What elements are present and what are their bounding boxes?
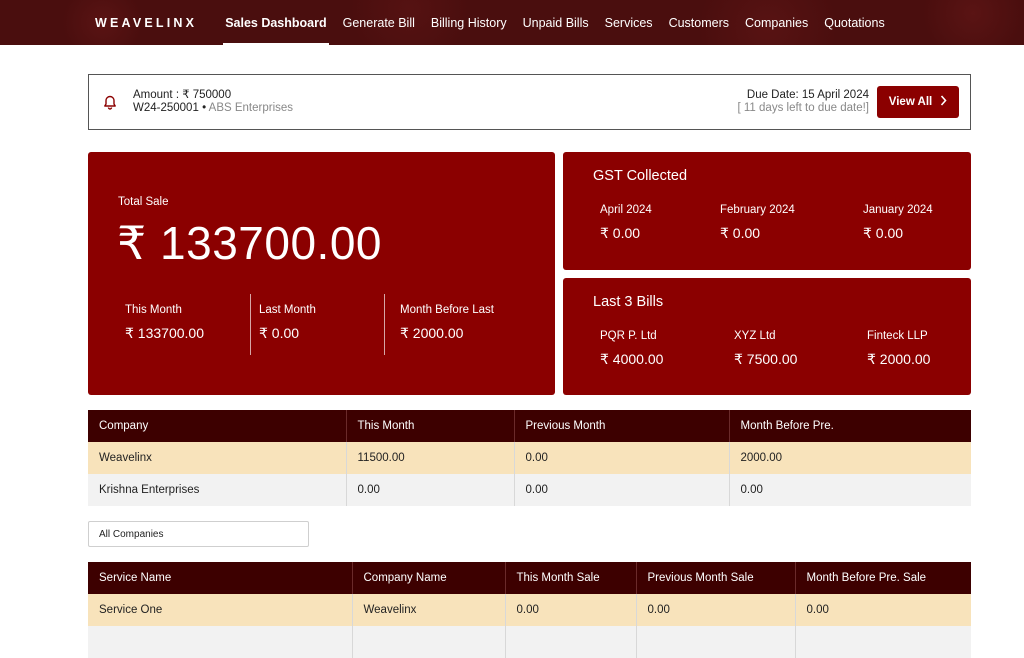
- table-cell: [505, 626, 637, 658]
- column-header: Previous Month: [514, 410, 730, 442]
- alert-amount: Amount : ₹ 750000: [133, 88, 232, 101]
- total-sale-label: Total Sale: [118, 196, 169, 208]
- nav-item-generate-bill[interactable]: Generate Bill: [335, 0, 423, 45]
- table-cell: [795, 626, 971, 658]
- column-header: Company: [88, 410, 347, 442]
- gst-title: GST Collected: [593, 168, 688, 184]
- last-month-value: ₹ 0.00: [259, 325, 300, 341]
- alert-details: Amount : ₹ 750000 W24-250001 • ABS Enter…: [133, 89, 293, 116]
- table-cell: 0.00: [795, 594, 971, 626]
- bill-company-label: XYZ Ltd: [734, 330, 776, 342]
- gst-month-value: ₹ 0.00: [863, 225, 904, 241]
- table-cell: Krishna Enterprises: [88, 474, 347, 506]
- column-header: This Month: [346, 410, 515, 442]
- nav-item-billing-history[interactable]: Billing History: [423, 0, 515, 45]
- table-cell: 0.00: [514, 474, 730, 506]
- table-cell: Weavelinx: [88, 442, 347, 474]
- table-row[interactable]: Weavelinx 11500.00 0.00 2000.00: [88, 442, 971, 474]
- company-sales-table: Company This Month Previous Month Month …: [88, 410, 971, 506]
- gst-col: January 2024 ₹ 0.00: [863, 204, 933, 242]
- last-month-label: Last Month: [259, 304, 316, 316]
- column-header: Month Before Pre. Sale: [795, 562, 971, 594]
- table-row[interactable]: Service One Weavelinx 0.00 0.00 0.00: [88, 594, 971, 626]
- nav-item-companies[interactable]: Companies: [737, 0, 816, 45]
- alert-due-info: Due Date: 15 April 2024 [ 11 days left t…: [738, 89, 870, 116]
- gst-month-label: January 2024: [863, 204, 933, 216]
- table-cell: Weavelinx: [352, 594, 506, 626]
- gst-month-label: April 2024: [600, 204, 652, 216]
- total-sale-value: ₹ 133700.00: [117, 217, 382, 269]
- nav-item-customers[interactable]: Customers: [661, 0, 737, 45]
- separator-dot: •: [202, 102, 207, 114]
- due-bill-alert: Amount : ₹ 750000 W24-250001 • ABS Enter…: [88, 74, 971, 130]
- gst-month-value: ₹ 0.00: [720, 225, 761, 241]
- days-left: [ 11 days left to due date!]: [737, 102, 870, 114]
- bill-company-label: Finteck LLP: [867, 330, 928, 342]
- table-cell: [352, 626, 506, 658]
- table-row[interactable]: [88, 626, 971, 658]
- month-before-block: Month Before Last ₹ 2000.00: [400, 295, 494, 355]
- bill-amount-value: ₹ 7500.00: [734, 351, 798, 367]
- gst-col: February 2024 ₹ 0.00: [720, 204, 795, 242]
- month-before-value: ₹ 2000.00: [400, 325, 464, 341]
- bill-code: W24-250001: [133, 102, 199, 114]
- table-row[interactable]: Krishna Enterprises 0.00 0.00 0.00: [88, 474, 971, 506]
- alert-bill-info: W24-250001 • ABS Enterprises: [133, 102, 293, 116]
- bell-icon: [102, 94, 118, 110]
- column-header: Month Before Pre.: [729, 410, 971, 442]
- this-month-block: This Month ₹ 133700.00: [125, 295, 204, 355]
- last-bills-title: Last 3 Bills: [593, 294, 664, 310]
- table-cell: [636, 626, 796, 658]
- table-cell: 0.00: [514, 442, 730, 474]
- gst-month-value: ₹ 0.00: [600, 225, 641, 241]
- service-sales-table: Service Name Company Name This Month Sal…: [88, 562, 971, 658]
- bill-col: XYZ Ltd ₹ 7500.00: [734, 330, 797, 368]
- gst-month-label: February 2024: [720, 204, 795, 216]
- chevron-right-icon: [940, 95, 947, 109]
- table-cell: 2000.00: [729, 442, 971, 474]
- brand-logo[interactable]: WEAVELINX: [95, 16, 197, 30]
- table-cell: 0.00: [346, 474, 515, 506]
- table-cell: Service One: [88, 594, 353, 626]
- this-month-value: ₹ 133700.00: [125, 325, 204, 341]
- bill-company-label: PQR P. Ltd: [600, 330, 657, 342]
- month-before-label: Month Before Last: [400, 304, 494, 316]
- table-cell: 0.00: [636, 594, 796, 626]
- last-month-block: Last Month ₹ 0.00: [259, 295, 316, 355]
- gst-collected-card: GST Collected April 2024 ₹ 0.00 February…: [563, 152, 971, 270]
- bill-company: ABS Enterprises: [208, 102, 294, 114]
- nav-item-services[interactable]: Services: [597, 0, 661, 45]
- total-sale-card: Total Sale ₹ 133700.00 This Month ₹ 1337…: [88, 152, 555, 395]
- divider: [384, 294, 385, 355]
- table-cell: [88, 626, 353, 658]
- bill-amount-value: ₹ 2000.00: [867, 351, 931, 367]
- column-header: Company Name: [352, 562, 506, 594]
- column-header: This Month Sale: [505, 562, 637, 594]
- top-navbar: WEAVELINX Sales Dashboard Generate Bill …: [0, 0, 1024, 45]
- this-month-label: This Month: [125, 304, 182, 316]
- due-date: Due Date: 15 April 2024: [746, 88, 869, 101]
- nav-item-unpaid-bills[interactable]: Unpaid Bills: [515, 0, 597, 45]
- nav-menu: Sales Dashboard Generate Bill Billing Hi…: [217, 0, 893, 45]
- last-bills-card: Last 3 Bills PQR P. Ltd ₹ 4000.00 XYZ Lt…: [563, 278, 971, 395]
- company-filter-select[interactable]: All Companies: [88, 521, 309, 547]
- view-all-label: View All: [888, 96, 933, 108]
- table-cell: 11500.00: [346, 442, 515, 474]
- gst-col: April 2024 ₹ 0.00: [600, 204, 652, 242]
- table-cell: 0.00: [505, 594, 637, 626]
- column-header: Previous Month Sale: [636, 562, 796, 594]
- bill-amount-value: ₹ 4000.00: [600, 351, 664, 367]
- nav-item-sales-dashboard[interactable]: Sales Dashboard: [217, 0, 334, 45]
- nav-item-quotations[interactable]: Quotations: [816, 0, 892, 45]
- view-all-button[interactable]: View All: [877, 86, 959, 118]
- column-header: Service Name: [88, 562, 353, 594]
- bill-col: Finteck LLP ₹ 2000.00: [867, 330, 930, 368]
- table-cell: 0.00: [729, 474, 971, 506]
- table-header-row: Service Name Company Name This Month Sal…: [88, 562, 971, 594]
- divider: [250, 294, 251, 355]
- table-header-row: Company This Month Previous Month Month …: [88, 410, 971, 442]
- bill-col: PQR P. Ltd ₹ 4000.00: [600, 330, 663, 368]
